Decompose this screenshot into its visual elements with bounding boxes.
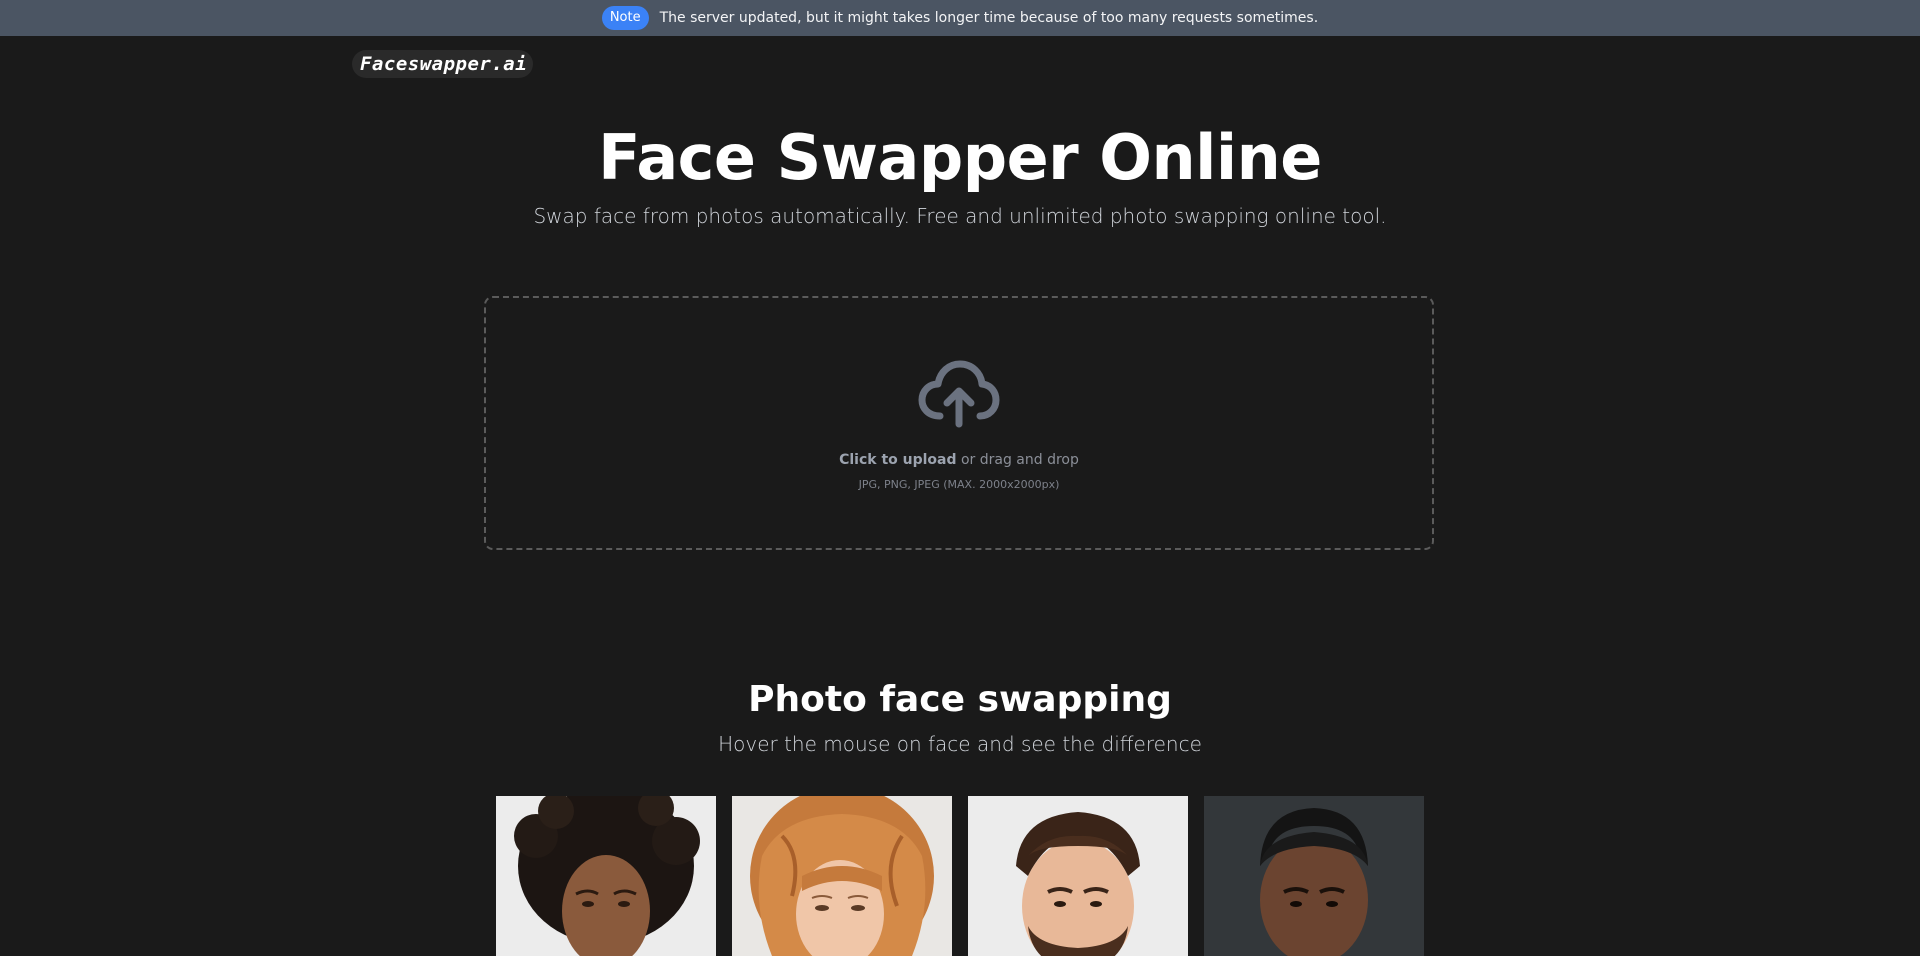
site-header: Faceswapper.ai xyxy=(352,50,534,78)
note-badge: Note xyxy=(601,6,649,30)
click-to-upload-label[interactable]: Click to upload xyxy=(839,452,956,468)
face-photo-4[interactable] xyxy=(1204,796,1424,956)
upload-formats: JPG, PNG, JPEG (MAX. 2000x2000px) xyxy=(858,478,1060,491)
site-logo[interactable]: Faceswapper.ai xyxy=(352,50,534,78)
page-title: Face Swapper Online xyxy=(598,121,1322,194)
example-gallery xyxy=(496,796,1424,956)
hero-section: Face Swapper Online Swap face from photo… xyxy=(0,120,1920,228)
examples-section: Photo face swapping Hover the mouse on f… xyxy=(0,672,1920,756)
cloud-upload-icon xyxy=(918,360,1000,428)
section-title: Photo face swapping xyxy=(748,679,1172,720)
page-subtitle: Swap face from photos automatically. Fre… xyxy=(533,204,1387,228)
face-photo-3[interactable] xyxy=(968,796,1188,956)
upload-dropzone[interactable]: Click to upload or drag and drop JPG, PN… xyxy=(484,296,1434,550)
face-photo-2[interactable] xyxy=(732,796,952,956)
drag-drop-label: or drag and drop xyxy=(956,452,1079,468)
upload-instructions: Click to upload or drag and drop xyxy=(839,452,1079,468)
face-photo-1[interactable] xyxy=(496,796,716,956)
announcement-banner: Note The server updated, but it might ta… xyxy=(0,0,1920,36)
banner-message: The server updated, but it might takes l… xyxy=(659,10,1319,26)
section-subtitle: Hover the mouse on face and see the diff… xyxy=(718,732,1202,756)
